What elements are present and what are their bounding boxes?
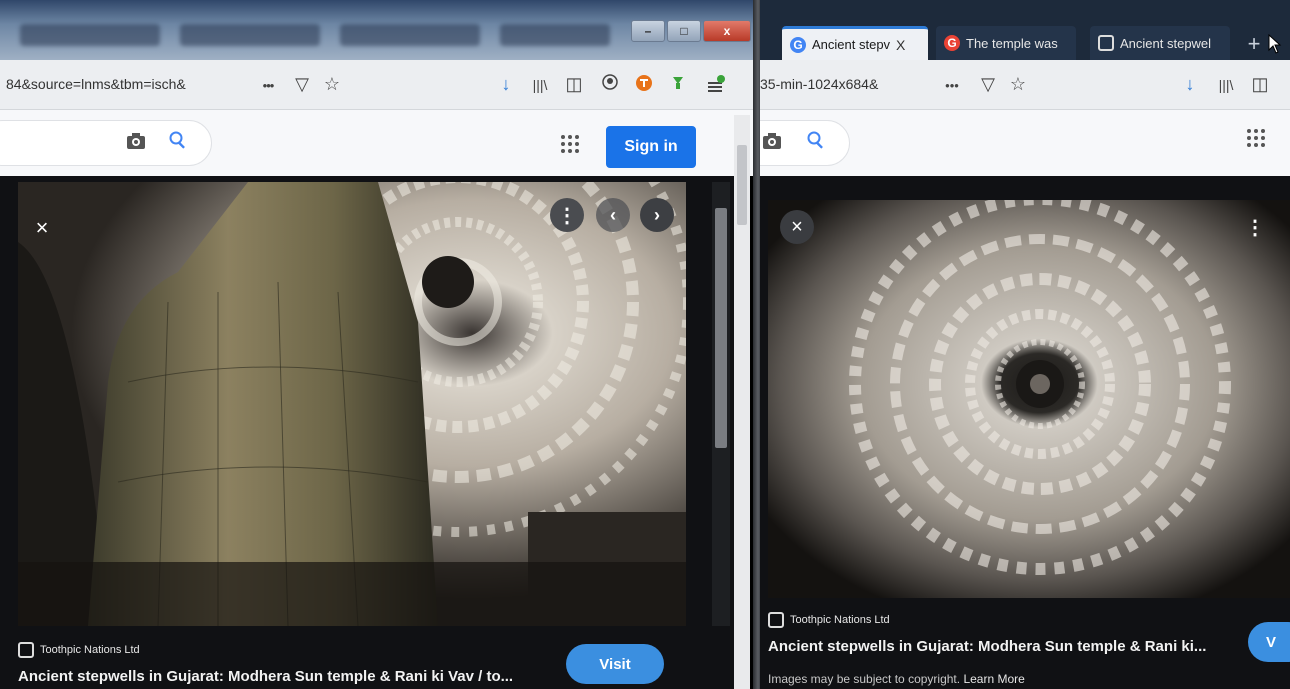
google-favicon-icon: G <box>944 35 960 51</box>
copyright-note: Images may be subject to copyright. Lear… <box>768 672 1025 686</box>
camera-icon[interactable] <box>126 132 146 155</box>
library-icon[interactable]: |||\ <box>1214 77 1238 93</box>
right-tab-strip: G Ancient stepv X G The temple was Ancie… <box>760 0 1290 60</box>
tab-title: Ancient stepwel <box>1120 35 1212 51</box>
page-scrollbar[interactable] <box>734 115 750 689</box>
left-browser-window: – □ x 84&source=lnms&tbm=isch& ••• ▽ ☆ ↓… <box>0 0 757 689</box>
copyright-text: Images may be subject to copyright. <box>768 672 961 686</box>
search-icon[interactable] <box>806 130 826 155</box>
library-icon[interactable]: |||\ <box>528 77 552 93</box>
minimize-button[interactable]: – <box>631 20 665 42</box>
tab-temple-was[interactable]: G The temple was <box>936 26 1076 60</box>
left-nav-bar: 84&source=lnms&tbm=isch& ••• ▽ ☆ ↓ |||\ … <box>0 60 757 110</box>
apps-grid-icon[interactable] <box>560 134 580 160</box>
viewer-scrollbar[interactable] <box>712 182 730 626</box>
bookmark-star-icon[interactable]: ☆ <box>1006 74 1030 95</box>
image-title-link[interactable]: Ancient stepwells in Gujarat: Modhera Su… <box>768 638 1238 655</box>
download-icon[interactable]: ↓ <box>1178 74 1202 95</box>
maximize-button[interactable]: □ <box>667 20 701 42</box>
learn-more-link[interactable]: Learn More <box>963 672 1024 686</box>
temple-ceiling-photo[interactable] <box>768 200 1290 598</box>
new-tab-button[interactable]: + <box>1240 30 1268 58</box>
image-title-link[interactable]: Ancient stepwells in Gujarat: Modhera Su… <box>18 668 558 685</box>
site-favicon-icon <box>18 642 34 658</box>
tab-title: Ancient stepv <box>812 37 891 52</box>
right-nav-bar: 35-min-1024x684& ••• ▽ ☆ ↓ |||\ ◫ <box>760 60 1290 110</box>
addon-green-icon[interactable] <box>666 74 690 97</box>
photo-of-two-monitors: – □ x 84&source=lnms&tbm=isch& ••• ▽ ☆ ↓… <box>0 0 1290 689</box>
image-viewer-panel: × ⋮ ‹ › Toothpic Nations Ltd Ancient ste… <box>0 176 734 689</box>
right-browser-window: G Ancient stepv X G The temple was Ancie… <box>760 0 1290 689</box>
close-tab-icon[interactable]: X <box>896 37 905 53</box>
blurred-tab[interactable] <box>180 24 320 46</box>
camera-icon[interactable] <box>762 132 782 155</box>
google-header: Sign in <box>0 110 757 176</box>
blurred-tab[interactable] <box>500 24 610 46</box>
tab-title: The temple was <box>966 35 1058 51</box>
addon-orange-icon[interactable] <box>632 74 656 97</box>
visit-button[interactable]: V <box>1248 622 1290 662</box>
site-favicon-icon <box>768 612 784 628</box>
source-name: Toothpic Nations Ltd <box>40 644 140 656</box>
more-icon[interactable]: ••• <box>940 78 964 93</box>
sidebar-icon[interactable]: ◫ <box>562 74 586 95</box>
previous-image-button[interactable]: ‹ <box>596 198 630 232</box>
tab-ancient-stepwells-2[interactable]: Ancient stepwel <box>1090 26 1230 60</box>
google-header <box>760 110 1290 176</box>
apps-grid-icon[interactable] <box>1246 128 1266 154</box>
mouse-cursor-icon <box>1268 34 1282 54</box>
google-favicon-icon: G <box>790 36 806 53</box>
viewer-scrollbar-thumb[interactable] <box>715 208 727 448</box>
window-controls: – □ x <box>631 20 751 42</box>
search-icon[interactable] <box>168 130 188 155</box>
pocket-icon[interactable]: ▽ <box>976 74 1000 95</box>
download-icon[interactable]: ↓ <box>494 74 518 95</box>
more-options-icon[interactable]: ⋮ <box>550 198 584 232</box>
close-window-button[interactable]: x <box>703 20 751 42</box>
tab-ancient-stepwells-1[interactable]: G Ancient stepv X <box>782 26 928 60</box>
visit-button[interactable]: Visit <box>566 644 664 684</box>
next-image-button[interactable]: › <box>640 198 674 232</box>
sign-in-button[interactable]: Sign in <box>606 126 696 168</box>
blurred-tab[interactable] <box>340 24 480 46</box>
url-field[interactable]: 35-min-1024x684& <box>760 76 910 92</box>
image-source[interactable]: Toothpic Nations Ltd <box>18 642 140 658</box>
image-viewer-panel: × ⋮ Toothpic Nations Ltd Ancient stepwel… <box>760 176 1290 689</box>
source-name: Toothpic Nations Ltd <box>790 614 890 626</box>
temple-pillar-photo[interactable] <box>18 182 686 626</box>
close-viewer-button[interactable]: × <box>780 210 814 244</box>
page-scrollbar-thumb[interactable] <box>737 145 747 225</box>
site-favicon-icon <box>1098 35 1114 51</box>
close-viewer-button[interactable]: × <box>24 210 60 246</box>
left-title-bar: – □ x <box>0 0 757 60</box>
url-field[interactable]: 84&source=lnms&tbm=isch& <box>6 76 226 92</box>
more-icon[interactable]: ••• <box>256 78 280 93</box>
bookmark-star-icon[interactable]: ☆ <box>320 74 344 95</box>
more-options-icon[interactable]: ⋮ <box>1238 210 1272 244</box>
pocket-icon[interactable]: ▽ <box>290 74 314 95</box>
image-source[interactable]: Toothpic Nations Ltd <box>768 612 890 628</box>
account-icon[interactable] <box>598 74 622 95</box>
blurred-tab[interactable] <box>20 24 160 46</box>
sidebar-icon[interactable]: ◫ <box>1248 74 1272 95</box>
menu-icon[interactable] <box>704 74 728 99</box>
